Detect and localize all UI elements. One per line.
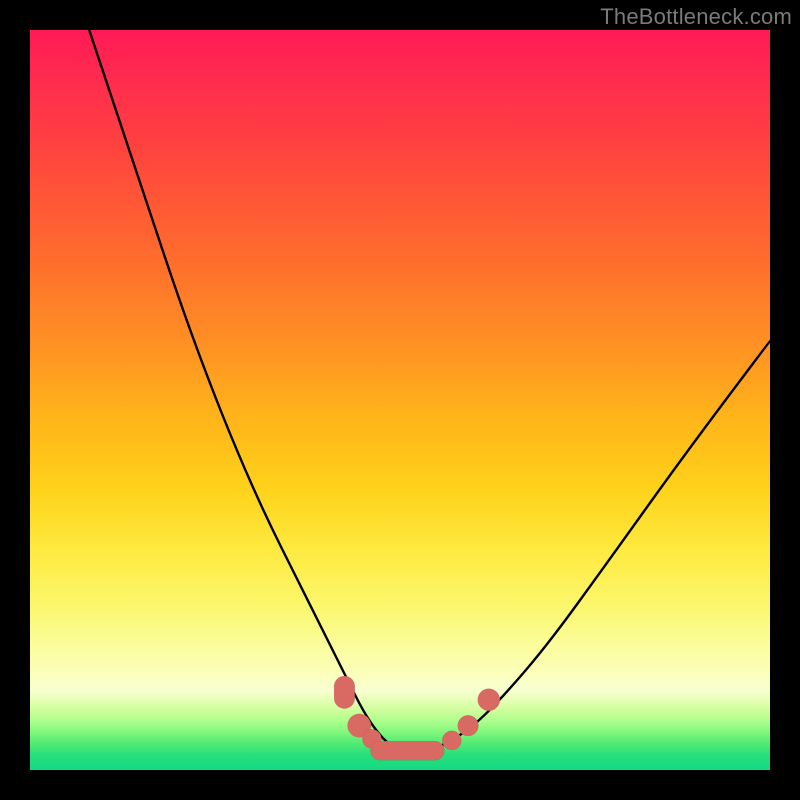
chart-svg	[30, 30, 770, 770]
bottleneck-curve	[89, 30, 770, 752]
plot-area	[30, 30, 770, 770]
marker-pill	[370, 741, 444, 760]
curve-group	[89, 30, 770, 752]
outer-frame: TheBottleneck.com	[0, 0, 800, 800]
watermark-text: TheBottleneck.com	[600, 4, 792, 30]
marker-dot	[458, 715, 479, 736]
marker-pill	[334, 676, 355, 709]
marker-dot	[442, 731, 461, 750]
marker-dot	[478, 689, 500, 711]
marker-group	[334, 676, 500, 760]
